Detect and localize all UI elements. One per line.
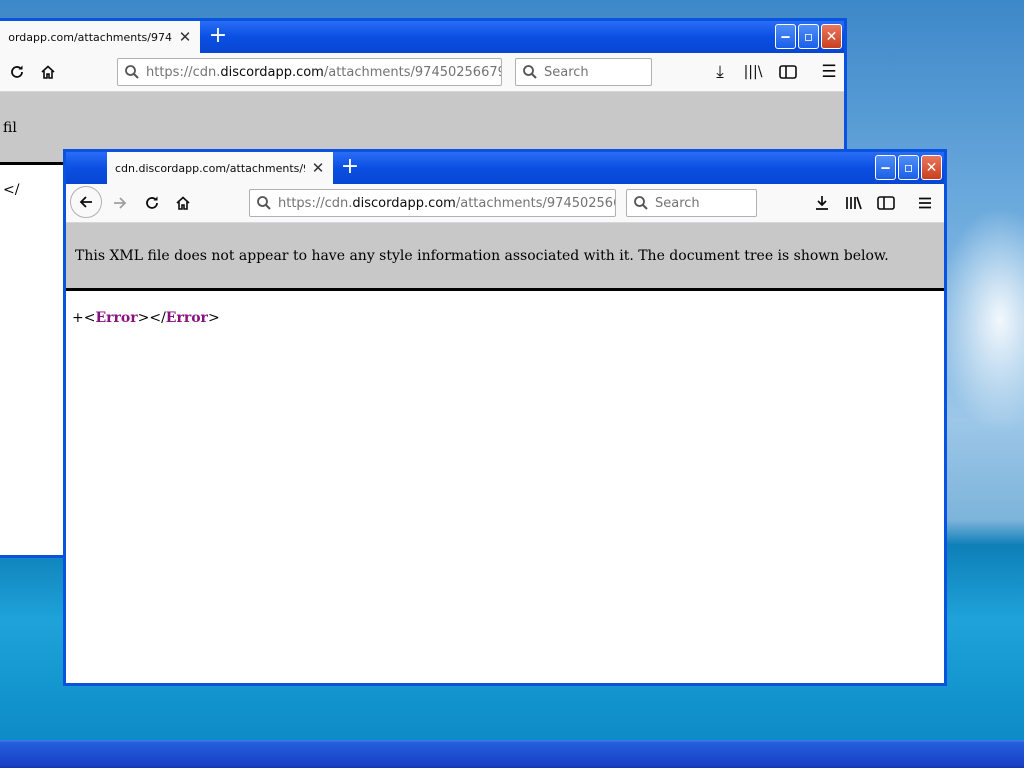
back-toolbar: https://cdn. discordapp.com/attachments/9… [0,53,844,92]
back-search-placeholder: Search [544,64,589,80]
back-home-icon[interactable] [33,53,63,91]
url-path: /attachments/9745025667989 [455,195,615,211]
front-window-controls: ‒ ▫ ✕ [875,155,942,180]
back-reload-icon[interactable] [2,53,32,91]
front-tab-title: cdn.discordapp.com/attachments/974 [115,161,305,175]
back-window-controls: ‒ ▫ ✕ [775,24,842,49]
xml-close-tag-name: Error [165,310,208,326]
back-url-prefix: https://cdn. [146,64,221,80]
back-library-icon[interactable]: |||\ [738,53,768,91]
back-download-icon[interactable]: ⤓ [705,53,735,91]
back-tab[interactable]: cdn.discordapp.com/attachments/974 ✕ [0,21,200,53]
back-tab-close-icon[interactable]: ✕ [178,28,192,46]
reload-icon[interactable] [137,184,167,222]
back-minimize-button[interactable]: ‒ [775,24,796,49]
url-domain: discordapp.com [352,195,456,211]
library-icon[interactable] [839,184,869,222]
back-url-bar[interactable]: https://cdn. discordapp.com/attachments/9… [117,58,502,86]
back-close-button[interactable]: ✕ [821,24,842,49]
back-url-search-icon [118,64,146,80]
sidebar-icon[interactable] [871,184,901,222]
front-close-button[interactable]: ✕ [921,155,942,180]
url-search-icon [250,195,278,211]
front-title-bar[interactable]: cdn.discordapp.com/attachments/974 ✕ + ‒… [66,152,944,184]
back-new-tab-button[interactable]: + [207,25,229,47]
back-content-fragment-1: fil [3,120,17,136]
back-arrow-icon[interactable] [70,186,102,218]
back-url-path: /attachments/9745025667989 [323,64,501,80]
xml-end-bracket: > [207,310,220,326]
front-browser-window[interactable]: cdn.discordapp.com/attachments/974 ✕ + ‒… [63,149,947,686]
xml-open-bracket: < [83,310,96,326]
front-tab-close-icon[interactable]: ✕ [311,159,325,177]
hamburger-menu-icon[interactable] [910,184,940,222]
taskbar[interactable] [0,740,1024,768]
back-maximize-button[interactable]: ▫ [798,24,819,49]
back-title-bar[interactable]: cdn.discordapp.com/attachments/974 ✕ + ‒… [0,21,844,53]
xml-style-notice: This XML file does not appear to have an… [66,223,944,291]
back-search-icon [516,64,544,80]
back-tab-title: cdn.discordapp.com/attachments/974 [8,30,172,44]
xml-document-tree: +<Error></Error> [66,291,944,683]
search-placeholder: Search [655,195,700,211]
front-new-tab-button[interactable]: + [339,156,361,178]
xml-notice-text: This XML file does not appear to have an… [75,247,889,264]
back-url-domain: discordapp.com [220,64,324,80]
back-sidebar-icon[interactable] [773,53,803,91]
front-maximize-button[interactable]: ▫ [898,155,919,180]
download-icon[interactable] [807,184,837,222]
url-bar[interactable]: https://cdn. discordapp.com/attachments/9… [249,189,616,217]
back-menu-icon[interactable]: ☰ [814,53,844,91]
front-tab[interactable]: cdn.discordapp.com/attachments/974 ✕ [107,152,333,184]
back-content-fragment-2: </ [3,182,20,198]
url-prefix: https://cdn. [278,195,353,211]
xml-mid-bracket: ></ [137,310,166,326]
front-toolbar: https://cdn. discordapp.com/attachments/9… [66,184,944,223]
xml-collapse-toggle[interactable]: + [72,310,84,326]
forward-arrow-icon [105,184,135,222]
home-icon[interactable] [168,184,198,222]
back-search-bar[interactable]: Search [515,58,652,86]
search-bar[interactable]: Search [626,189,757,217]
front-minimize-button[interactable]: ‒ [875,155,896,180]
xml-tag-name: Error [95,310,138,326]
search-icon [627,195,655,211]
